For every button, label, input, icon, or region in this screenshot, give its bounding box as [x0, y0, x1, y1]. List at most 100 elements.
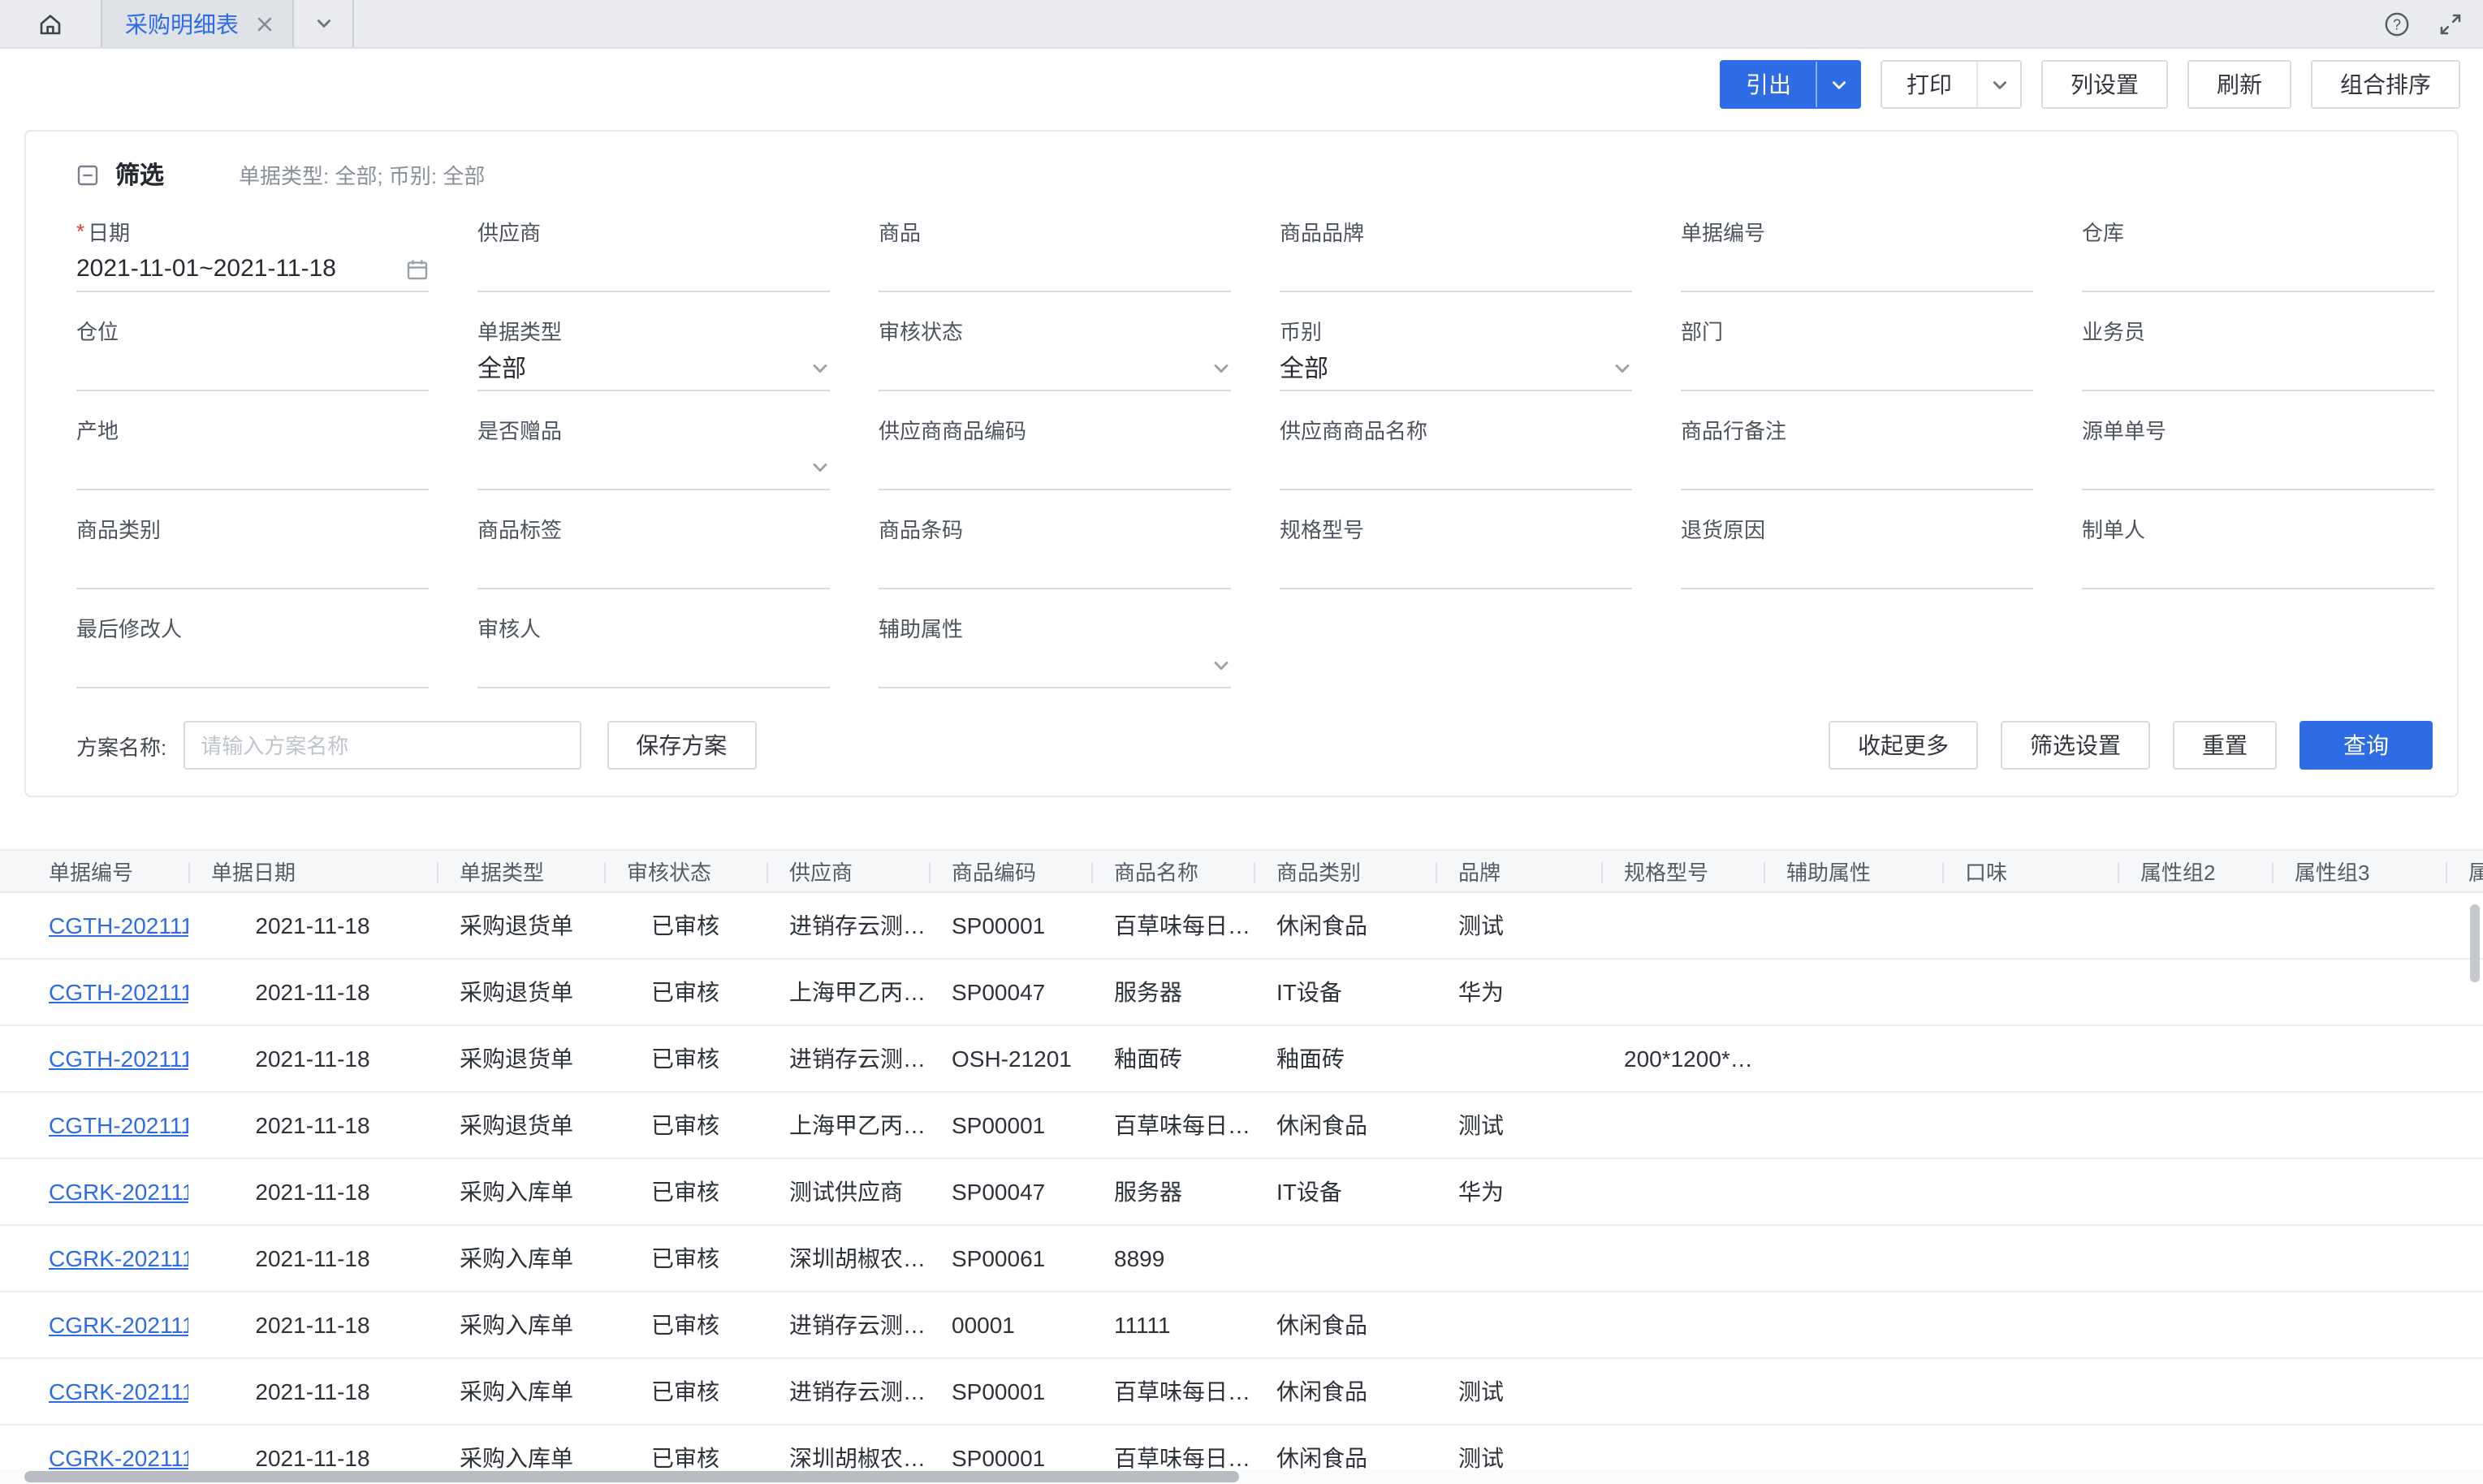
doc-number-link[interactable]: CGTH-20211118 — [49, 1046, 188, 1072]
print-button[interactable]: 打印 — [1881, 60, 2022, 109]
text-input[interactable] — [2082, 346, 2434, 391]
select-input[interactable] — [879, 643, 1231, 688]
text-input[interactable] — [1681, 544, 2033, 589]
column-header-brand[interactable]: 品牌 — [1436, 851, 1601, 891]
doc-number-link[interactable]: CGRK-20211118 — [49, 1179, 188, 1205]
save-plan-button[interactable]: 保存方案 — [607, 721, 756, 770]
text-input[interactable] — [879, 247, 1231, 292]
horizontal-scrollbar[interactable] — [0, 1469, 2483, 1484]
cell-product_category: 休闲食品 — [1254, 1109, 1436, 1141]
cell-audit_status: 已审核 — [604, 1042, 766, 1075]
text-input[interactable] — [1280, 544, 1632, 589]
collapse-more-button[interactable]: 收起更多 — [1829, 721, 1978, 770]
help-icon[interactable]: ? — [2384, 11, 2410, 37]
text-input[interactable] — [76, 643, 429, 688]
table-row[interactable]: CGTH-202111182021-11-18采购退货单已审核上海甲乙丙…SP0… — [0, 960, 2483, 1026]
calendar-icon[interactable] — [406, 257, 429, 280]
column-header-doc_no[interactable]: 单据编号 — [26, 851, 188, 891]
chevron-down-icon[interactable] — [810, 358, 830, 377]
text-input[interactable] — [1681, 247, 2033, 292]
horizontal-scrollbar-thumb[interactable] — [24, 1471, 1239, 1482]
select-input[interactable]: 全部 — [1280, 346, 1632, 391]
table-row[interactable]: CGRK-202111182021-11-18采购入库单已审核进销存云测…SP0… — [0, 1359, 2483, 1426]
combo-sort-button[interactable]: 组合排序 — [2311, 60, 2460, 109]
column-settings-button[interactable]: 列设置 — [2041, 60, 2168, 109]
export-button[interactable]: 引出 — [1720, 60, 1861, 109]
column-header-flavor[interactable]: 口味 — [1942, 851, 2118, 891]
table-row[interactable]: CGRK-202111182021-11-18采购入库单已审核测试供应商SP00… — [0, 1159, 2483, 1226]
column-header-attr_group2[interactable]: 属性组2 — [2118, 851, 2272, 891]
filter-field: 商品品牌 — [1280, 214, 1632, 292]
export-dropdown[interactable] — [1816, 62, 1859, 107]
refresh-button[interactable]: 刷新 — [2187, 60, 2291, 109]
filter-field: 规格型号 — [1280, 511, 1632, 589]
table-row[interactable]: CGTH-202111182021-11-18采购退货单已审核进销存云测…SP0… — [0, 893, 2483, 960]
doc-number-link[interactable]: CGTH-20211118 — [49, 912, 188, 938]
text-input[interactable] — [1280, 445, 1632, 490]
print-dropdown[interactable] — [1976, 62, 2020, 107]
column-header-spec[interactable]: 规格型号 — [1601, 851, 1764, 891]
tab-purchase-detail[interactable]: 采购明细表 — [101, 0, 294, 47]
column-header-attr_group3[interactable]: 属性组3 — [2272, 851, 2446, 891]
reset-button[interactable]: 重置 — [2173, 721, 2277, 770]
select-input[interactable]: 全部 — [477, 346, 830, 391]
date-range-input[interactable]: 2021-11-01~2021-11-18 — [76, 247, 429, 292]
column-header-product_code[interactable]: 商品编码 — [929, 851, 1091, 891]
doc-number-link[interactable]: CGRK-20211118 — [49, 1312, 188, 1338]
field-value: 2021-11-01~2021-11-18 — [76, 255, 406, 283]
column-header-audit_status[interactable]: 审核状态 — [604, 851, 766, 891]
chevron-down-icon[interactable] — [1211, 358, 1231, 377]
text-input[interactable] — [477, 544, 830, 589]
text-input[interactable] — [879, 544, 1231, 589]
doc-number-link[interactable]: CGRK-20211118 — [49, 1245, 188, 1271]
text-input[interactable] — [477, 643, 830, 688]
vertical-scrollbar[interactable] — [2470, 904, 2480, 982]
text-input[interactable] — [76, 346, 429, 391]
cell-supplier: 测试供应商 — [766, 1176, 929, 1208]
column-header-product_category[interactable]: 商品类别 — [1254, 851, 1436, 891]
text-input[interactable] — [1681, 346, 2033, 391]
text-input[interactable] — [2082, 445, 2434, 490]
text-input[interactable] — [1681, 445, 2033, 490]
fullscreen-icon[interactable] — [2439, 12, 2462, 35]
text-input[interactable] — [76, 445, 429, 490]
select-input[interactable] — [477, 445, 830, 490]
doc-number-link[interactable]: CGTH-20211118 — [49, 979, 188, 1005]
print-label: 打印 — [1882, 62, 1976, 107]
filter-field: 商品标签 — [477, 511, 830, 589]
query-button[interactable]: 查询 — [2299, 721, 2433, 770]
close-icon[interactable] — [257, 15, 273, 32]
cell-audit_status: 已审核 — [604, 1242, 766, 1275]
text-input[interactable] — [477, 247, 830, 292]
select-input[interactable] — [879, 346, 1231, 391]
cell-product_name: 服务器 — [1091, 1176, 1254, 1208]
collapse-panel-icon[interactable] — [76, 163, 99, 186]
column-header-doc_type[interactable]: 单据类型 — [437, 851, 604, 891]
text-input[interactable] — [76, 544, 429, 589]
text-input[interactable] — [1280, 247, 1632, 292]
plan-name-input[interactable] — [183, 721, 581, 770]
home-button[interactable] — [0, 0, 101, 47]
chevron-down-icon[interactable] — [1613, 358, 1632, 377]
column-header-doc_date[interactable]: 单据日期 — [188, 851, 437, 891]
text-input[interactable] — [879, 445, 1231, 490]
column-header-attr_group4[interactable]: 属性组4 — [2446, 851, 2483, 891]
table-row[interactable]: CGTH-202111182021-11-18采购退货单已审核上海甲乙丙…SP0… — [0, 1093, 2483, 1159]
chevron-down-icon[interactable] — [810, 457, 830, 477]
doc-number-link[interactable]: CGRK-20211118 — [49, 1378, 188, 1404]
table-row[interactable]: CGRK-202111182021-11-18采购入库单已审核深圳胡椒农…SP0… — [0, 1226, 2483, 1292]
column-header-aux_attr[interactable]: 辅助属性 — [1764, 851, 1942, 891]
table-row[interactable]: CGRK-202111182021-11-18采购入库单已审核进销存云测…000… — [0, 1292, 2483, 1359]
doc-number-link[interactable]: CGTH-20211118 — [49, 1112, 188, 1138]
cell-supplier: 进销存云测… — [766, 1309, 929, 1341]
column-header-product_name[interactable]: 商品名称 — [1091, 851, 1254, 891]
table-row[interactable]: CGTH-202111182021-11-18采购退货单已审核进销存云测…OSH… — [0, 1026, 2483, 1093]
doc-number-link[interactable]: CGRK-20211118 — [49, 1445, 188, 1471]
text-input[interactable] — [2082, 544, 2434, 589]
column-header-supplier[interactable]: 供应商 — [766, 851, 929, 891]
tab-list-dropdown[interactable] — [294, 0, 354, 47]
text-input[interactable] — [2082, 247, 2434, 292]
chevron-down-icon[interactable] — [1211, 655, 1231, 675]
field-label: 辅助属性 — [879, 610, 1231, 643]
filter-settings-button[interactable]: 筛选设置 — [2001, 721, 2150, 770]
